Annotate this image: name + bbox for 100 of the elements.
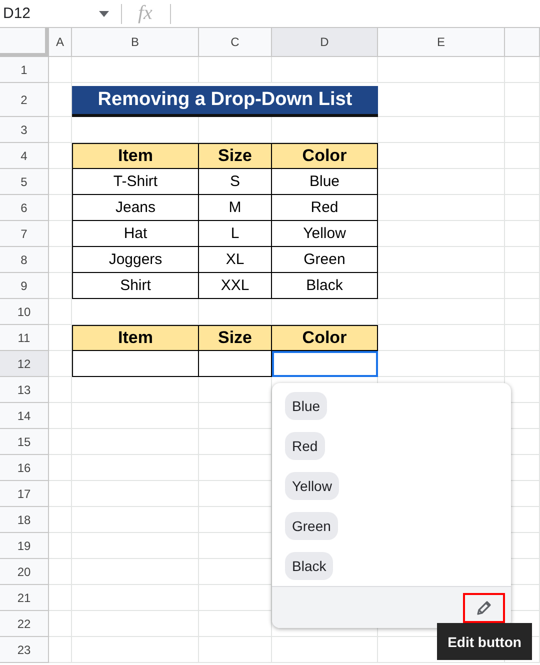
empty-cell[interactable] <box>505 83 540 117</box>
dropdown-option[interactable]: Green <box>285 512 338 540</box>
empty-cell[interactable] <box>72 57 199 83</box>
empty-cell[interactable] <box>72 559 199 585</box>
sheet-title: Removing a Drop-Down List <box>72 86 378 117</box>
table-cell[interactable] <box>199 351 272 377</box>
empty-cell[interactable] <box>72 507 199 533</box>
empty-cell[interactable] <box>72 585 199 611</box>
empty-cell[interactable] <box>378 117 505 143</box>
column-header[interactable]: A <box>49 28 72 57</box>
empty-cell[interactable] <box>49 403 72 429</box>
table-cell: Shirt <box>72 273 199 299</box>
empty-cell[interactable] <box>49 637 72 663</box>
row-header[interactable]: 7 <box>0 221 49 247</box>
row-header[interactable]: 19 <box>0 533 49 559</box>
table-cell: Joggers <box>72 247 199 273</box>
row-header[interactable]: 6 <box>0 195 49 221</box>
caret-icon[interactable] <box>99 10 109 16</box>
table-cell: S <box>199 169 272 195</box>
empty-cell[interactable] <box>505 169 540 195</box>
empty-cell[interactable] <box>378 57 505 83</box>
empty-cell[interactable] <box>199 57 272 83</box>
empty-cell[interactable] <box>505 351 540 377</box>
row-header[interactable]: 17 <box>0 481 49 507</box>
row-header[interactable]: 12 <box>0 351 49 377</box>
formula-icon: fx <box>138 2 152 25</box>
column-header[interactable]: D <box>272 28 378 57</box>
table-cell: Blue <box>272 169 378 195</box>
row-header[interactable]: 10 <box>0 299 49 325</box>
row-header[interactable]: 18 <box>0 507 49 533</box>
column-header[interactable] <box>505 28 540 57</box>
empty-cell[interactable] <box>505 57 540 83</box>
empty-cell[interactable] <box>272 57 378 83</box>
tooltip: Edit button <box>437 623 532 660</box>
empty-cell[interactable] <box>49 481 72 507</box>
row-header[interactable]: 22 <box>0 611 49 637</box>
name-box[interactable]: D12 <box>0 5 99 22</box>
column-header[interactable]: E <box>378 28 505 57</box>
empty-cell[interactable] <box>72 637 199 663</box>
empty-cell[interactable] <box>49 377 72 403</box>
empty-cell[interactable] <box>505 247 540 273</box>
empty-cell[interactable] <box>505 299 540 325</box>
row-header[interactable]: 4 <box>0 143 49 169</box>
row-header[interactable]: 5 <box>0 169 49 195</box>
table-header: Size <box>199 143 272 169</box>
empty-cell[interactable] <box>505 195 540 221</box>
dropdown-option[interactable]: Red <box>285 432 325 460</box>
empty-cell[interactable] <box>505 325 540 351</box>
row-header[interactable]: 16 <box>0 455 49 481</box>
empty-cell[interactable] <box>72 533 199 559</box>
row-header[interactable]: 15 <box>0 429 49 455</box>
empty-cell[interactable] <box>49 117 72 143</box>
empty-cell[interactable] <box>505 117 540 143</box>
dropdown-option[interactable]: Blue <box>285 392 328 420</box>
empty-cell[interactable] <box>49 507 72 533</box>
empty-cell[interactable] <box>49 533 72 559</box>
empty-cell[interactable] <box>72 429 199 455</box>
row-header[interactable]: 3 <box>0 117 49 143</box>
empty-cell[interactable] <box>49 559 72 585</box>
select-all-corner[interactable] <box>0 28 49 57</box>
row-header[interactable]: 11 <box>0 325 49 351</box>
empty-cell[interactable] <box>72 403 199 429</box>
empty-cell[interactable] <box>72 611 199 637</box>
empty-cell[interactable] <box>49 429 72 455</box>
table-cell: Black <box>272 273 378 299</box>
dropdown-option[interactable]: Yellow <box>285 472 339 500</box>
empty-cell[interactable] <box>505 143 540 169</box>
empty-cell[interactable] <box>272 637 378 663</box>
empty-cell[interactable] <box>505 221 540 247</box>
edit-button[interactable] <box>463 592 505 622</box>
row-header[interactable]: 8 <box>0 247 49 273</box>
row-header[interactable]: 23 <box>0 637 49 663</box>
empty-cell[interactable] <box>72 481 199 507</box>
row-header[interactable]: 20 <box>0 559 49 585</box>
empty-cell[interactable] <box>199 611 272 637</box>
row-header[interactable]: 1 <box>0 57 49 83</box>
empty-cell[interactable] <box>505 273 540 299</box>
table-cell[interactable] <box>272 351 378 377</box>
table-cell[interactable] <box>72 351 199 377</box>
row-header[interactable]: 9 <box>0 273 49 299</box>
row-header[interactable]: 21 <box>0 585 49 611</box>
row-header[interactable]: 2 <box>0 83 49 117</box>
row-header[interactable]: 14 <box>0 403 49 429</box>
empty-cell[interactable] <box>49 299 72 325</box>
table-cell: Green <box>272 247 378 273</box>
empty-cell[interactable] <box>378 299 505 325</box>
row-header[interactable]: 13 <box>0 377 49 403</box>
table-cell: XL <box>199 247 272 273</box>
table-cell: Jeans <box>72 195 199 221</box>
table-cell: L <box>199 221 272 247</box>
empty-cell[interactable] <box>49 611 72 637</box>
dropdown-option[interactable]: Black <box>285 552 334 580</box>
table-header: Color <box>272 325 378 351</box>
empty-cell[interactable] <box>72 455 199 481</box>
empty-cell[interactable] <box>199 637 272 663</box>
empty-cell[interactable] <box>49 455 72 481</box>
empty-cell[interactable] <box>49 585 72 611</box>
column-header[interactable]: B <box>72 28 199 57</box>
table-cell: T-Shirt <box>72 169 199 195</box>
column-header[interactable]: C <box>199 28 272 57</box>
